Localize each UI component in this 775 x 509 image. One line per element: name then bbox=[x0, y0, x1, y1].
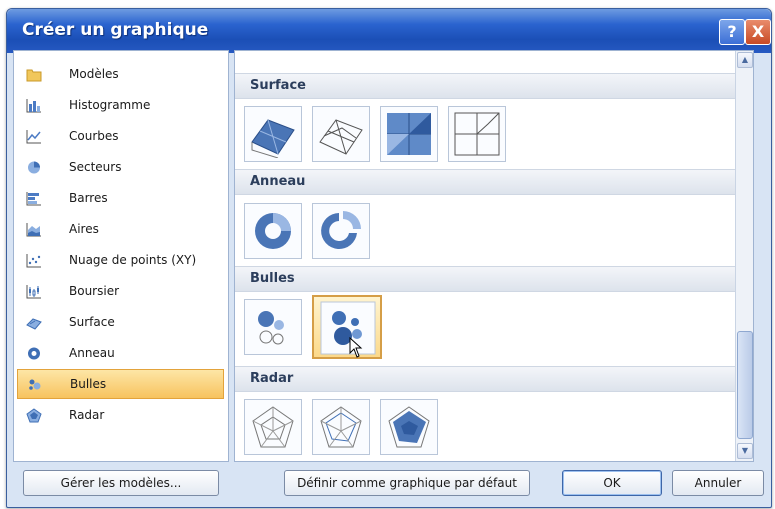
thumb-3d-surface[interactable] bbox=[244, 106, 302, 162]
area-chart-icon bbox=[26, 223, 41, 237]
category-label: Courbes bbox=[69, 129, 119, 143]
category-label: Bulles bbox=[70, 377, 107, 391]
exploded-doughnut-icon bbox=[321, 211, 361, 249]
wireframe-surface-icon bbox=[319, 119, 363, 155]
thumb-radar[interactable] bbox=[244, 399, 302, 455]
category-item-anneau[interactable]: Anneau bbox=[17, 339, 224, 369]
thumb-wireframe-contour[interactable] bbox=[448, 106, 506, 162]
mouse-cursor-icon bbox=[349, 337, 363, 358]
close-button[interactable]: X bbox=[745, 19, 771, 45]
gallery-content: Surface Anneau Bulles Radar bbox=[235, 51, 735, 461]
chart-gallery: Surface Anneau Bulles Radar ▲ ▼ bbox=[234, 50, 754, 462]
section-title: Surface bbox=[250, 78, 306, 93]
filled-radar-icon bbox=[388, 406, 430, 448]
help-button[interactable]: ? bbox=[719, 19, 745, 45]
category-label: Surface bbox=[69, 315, 115, 329]
category-item-histogramme[interactable]: Histogramme bbox=[17, 91, 224, 121]
bubble-chart-icon bbox=[29, 379, 41, 390]
section-header-anneau: Anneau bbox=[235, 169, 735, 195]
category-label: Boursier bbox=[69, 284, 120, 298]
chart-category-list: Modèles Histogramme Courbes Secteurs Bar… bbox=[13, 50, 229, 462]
stock-chart-icon bbox=[26, 285, 41, 299]
section-header-radar: Radar bbox=[235, 366, 735, 392]
doughnut-icon bbox=[255, 213, 291, 249]
line-chart-icon bbox=[26, 130, 41, 144]
category-item-nuage-de-points[interactable]: Nuage de points (XY) bbox=[17, 246, 224, 276]
section-title: Radar bbox=[250, 371, 294, 386]
bubble-icon bbox=[258, 311, 284, 345]
thumb-radar-with-markers[interactable] bbox=[312, 399, 370, 455]
radar-chart-icon bbox=[26, 408, 42, 423]
category-label: Histogramme bbox=[69, 98, 151, 112]
ok-button[interactable]: OK bbox=[562, 470, 662, 496]
thumb-wireframe-3d-surface[interactable] bbox=[312, 106, 370, 162]
thumb-exploded-doughnut[interactable] bbox=[312, 203, 370, 259]
category-item-secteurs[interactable]: Secteurs bbox=[17, 153, 224, 183]
category-label: Anneau bbox=[69, 346, 115, 360]
thumb-bubble[interactable] bbox=[244, 299, 302, 355]
category-label: Radar bbox=[69, 408, 105, 422]
category-item-courbes[interactable]: Courbes bbox=[17, 122, 224, 152]
category-item-modeles[interactable]: Modèles bbox=[17, 60, 224, 90]
category-item-bulles[interactable]: Bulles bbox=[17, 369, 224, 399]
bubble-3d-icon bbox=[320, 301, 376, 355]
section-header-surface: Surface bbox=[235, 73, 735, 99]
category-label: Barres bbox=[69, 191, 108, 205]
category-item-aires[interactable]: Aires bbox=[17, 215, 224, 245]
thumb-doughnut[interactable] bbox=[244, 203, 302, 259]
radar-markers-icon bbox=[320, 406, 362, 448]
scrollbar-thumb[interactable] bbox=[737, 331, 753, 439]
surface-3d-icon bbox=[251, 119, 295, 158]
wireframe-contour-icon bbox=[454, 112, 500, 156]
set-default-chart-button[interactable]: Définir comme graphique par défaut bbox=[284, 470, 530, 496]
thumb-3d-bubble[interactable] bbox=[312, 295, 382, 359]
cancel-button[interactable]: Annuler bbox=[672, 470, 764, 496]
section-title: Anneau bbox=[250, 174, 306, 189]
category-item-radar[interactable]: Radar bbox=[17, 401, 224, 431]
category-label: Aires bbox=[69, 222, 99, 236]
radar-icon bbox=[252, 406, 294, 448]
section-title: Bulles bbox=[250, 271, 295, 286]
dialog-title: Créer un graphique bbox=[22, 20, 209, 40]
pie-chart-icon bbox=[28, 161, 40, 174]
category-label: Modèles bbox=[69, 67, 119, 81]
category-label: Secteurs bbox=[69, 160, 122, 174]
column-chart-icon bbox=[26, 99, 41, 113]
folder-icon bbox=[26, 69, 42, 82]
doughnut-chart-icon bbox=[28, 347, 40, 360]
scroll-up-arrow-icon[interactable]: ▲ bbox=[737, 52, 753, 68]
category-item-boursier[interactable]: Boursier bbox=[17, 277, 224, 307]
category-item-surface[interactable]: Surface bbox=[17, 308, 224, 338]
thumb-filled-radar[interactable] bbox=[380, 399, 438, 455]
scroll-down-arrow-icon[interactable]: ▼ bbox=[737, 443, 753, 459]
manage-templates-button[interactable]: Gérer les modèles... bbox=[23, 470, 219, 496]
title-bar[interactable]: Créer un graphique ? X bbox=[7, 9, 771, 53]
section-header-bulles: Bulles bbox=[235, 266, 735, 292]
gallery-scrollbar[interactable]: ▲ ▼ bbox=[735, 51, 753, 461]
surface-chart-icon bbox=[26, 318, 42, 330]
category-item-barres[interactable]: Barres bbox=[17, 184, 224, 214]
thumb-contour[interactable] bbox=[380, 106, 438, 162]
category-label: Nuage de points (XY) bbox=[69, 253, 197, 267]
scatter-chart-icon bbox=[26, 254, 41, 268]
contour-icon bbox=[387, 113, 431, 155]
bar-chart-icon bbox=[26, 192, 41, 206]
